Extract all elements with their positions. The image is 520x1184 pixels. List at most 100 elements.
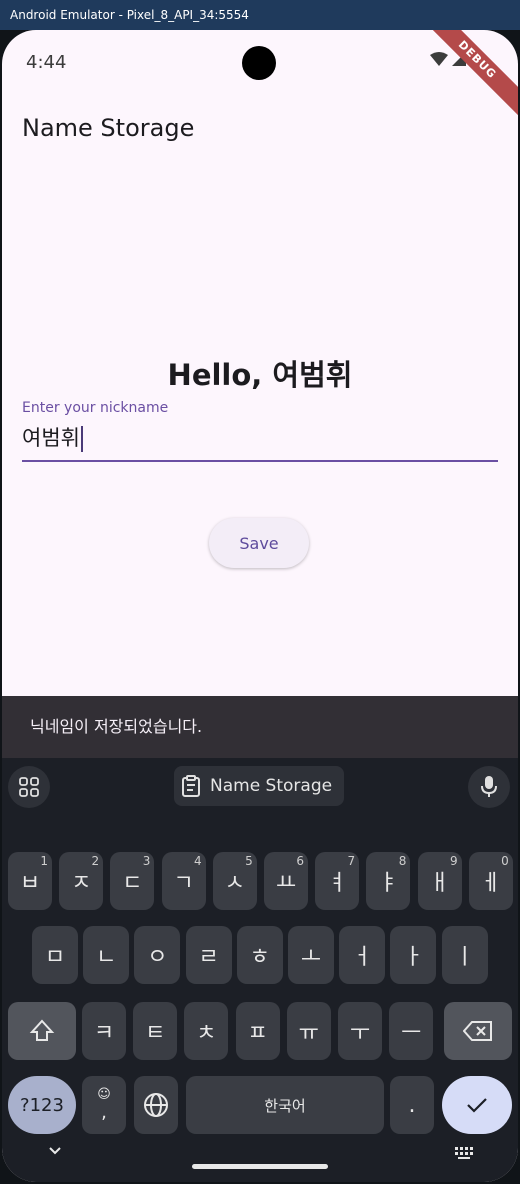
key-number-hint: 1 [40,854,48,868]
key-ㅌ[interactable]: ㅌ [133,1002,178,1060]
emoji-icon: ☺ [97,1087,111,1102]
clipboard-icon [182,775,200,797]
key-label: ㅕ [327,871,348,896]
key-label: ㅜ [349,1021,371,1046]
key-number-hint: 5 [245,854,253,868]
key-label: ㅗ [300,945,322,970]
key-label: ㄹ [198,945,219,970]
key-ㅊ[interactable]: ㅊ [184,1002,229,1060]
key-label: ㄴ [96,945,117,970]
key-ㅍ[interactable]: ㅍ [235,1002,280,1060]
emoji-comma-key[interactable]: ☺ , [82,1076,126,1134]
key-ㅔ[interactable]: ㅔ0 [468,852,513,910]
globe-icon [144,1093,168,1117]
key-label: ㅡ [401,1021,422,1046]
text-cursor [80,426,83,452]
keyboard-menu-button[interactable] [8,766,50,808]
window-title: Android Emulator - Pixel_8_API_34:5554 [0,0,520,30]
period-key[interactable]: . [390,1076,434,1134]
key-ㅏ[interactable]: ㅏ [390,926,437,984]
backspace-key[interactable] [444,1002,512,1060]
key-label: ㅅ [224,871,245,896]
key-label: ㅏ [403,945,424,970]
clipboard-suggestion[interactable]: Name Storage [174,766,344,806]
key-label: ㅂ [19,871,41,896]
key-label: ㅋ [93,1021,115,1046]
grid-icon [19,777,39,797]
backspace-icon [463,1021,492,1041]
key-ㅂ[interactable]: ㅂ1 [8,852,52,910]
key-label: ㅑ [378,871,399,896]
key-ㅁ[interactable]: ㅁ [32,926,78,984]
key-ㅐ[interactable]: ㅐ9 [417,852,462,910]
checkmark-icon [467,1098,487,1113]
debug-banner: DEBUG [416,30,518,121]
key-label: ㄷ [122,871,143,896]
wifi-icon [430,52,448,66]
key-label: ㅎ [249,945,270,970]
key-label: ㅐ [429,871,450,896]
key-ㅓ[interactable]: ㅓ [339,926,386,984]
key-label: ㅣ [454,945,475,970]
key-number-hint: 3 [142,854,151,868]
language-key[interactable] [134,1076,178,1134]
camera-cutout [242,46,276,80]
voice-input-button[interactable] [468,766,510,808]
key-ㅜ[interactable]: ㅜ [338,1002,382,1060]
key-label: ㅍ [247,1021,268,1046]
key-number-hint: 2 [91,854,100,868]
nickname-field-underline [22,460,498,462]
key-label: ㅛ [275,871,297,896]
key-ㅡ[interactable]: ㅡ [389,1002,434,1060]
key-ㅣ[interactable]: ㅣ [441,926,488,984]
hide-keyboard-icon[interactable] [48,1146,62,1156]
key-number-hint: 6 [296,854,304,868]
app-bar-title: Name Storage [22,114,195,142]
key-number-hint: 0 [501,854,509,868]
key-ㅈ[interactable]: ㅈ2 [59,852,104,910]
key-ㅗ[interactable]: ㅗ [288,926,334,984]
shift-key[interactable] [8,1002,76,1060]
keyboard-switcher-icon[interactable] [454,1146,476,1160]
key-number-hint: 9 [449,854,458,868]
key-ㅇ[interactable]: ㅇ [134,926,181,984]
key-number-hint: 4 [193,854,202,868]
status-bar: 4:44 DEBUG [2,30,518,121]
key-ㄹ[interactable]: ㄹ [185,926,232,984]
comma-label: , [101,1102,107,1123]
key-label: ㅔ [480,871,501,896]
key-ㅅ[interactable]: ㅅ5 [212,852,257,910]
key-ㅠ[interactable]: ㅠ [286,1002,331,1060]
key-ㄴ[interactable]: ㄴ [83,926,130,984]
save-button[interactable]: Save [209,518,309,568]
space-bar[interactable]: 한국어 [186,1076,384,1134]
snackbar: 닉네임이 저장되었습니다. [2,696,518,758]
nickname-input-value: 여범휘 [22,426,80,450]
key-label: ㅁ [44,945,66,970]
shift-icon [29,1019,55,1041]
microphone-icon [481,776,497,797]
key-label: ㄱ [173,871,194,896]
nickname-input[interactable]: 여범휘 [22,422,83,452]
key-label: ㅇ [147,945,168,970]
phone-screen: 4:44 DEBUG Name Storage Hello, 여범휘 Enter… [2,30,518,1182]
key-label: ㅊ [196,1021,217,1046]
key-number-hint: 7 [347,854,356,868]
key-ㄷ[interactable]: ㄷ3 [110,852,155,910]
key-ㅋ[interactable]: ㅋ [82,1002,126,1060]
nickname-field-label: Enter your nickname [22,400,169,416]
symbols-key[interactable]: ?123 [8,1076,76,1134]
key-label: ㅠ [298,1021,319,1046]
key-ㅕ[interactable]: ㅕ7 [315,852,360,910]
greeting-text: Hello, 여범휘 [167,358,353,392]
key-ㅑ[interactable]: ㅑ8 [366,852,411,910]
key-ㅛ[interactable]: ㅛ6 [264,852,308,910]
navigation-handle[interactable] [192,1164,328,1169]
key-label: ㅓ [352,945,373,970]
key-ㅎ[interactable]: ㅎ [236,926,283,984]
enter-key[interactable] [442,1076,512,1134]
keyboard: Name Storage ?123 ☺ , 한국어 . ㅂ 1 ㅈ 2 ㄷ 3 … [2,758,518,1182]
status-time: 4:44 [26,52,67,73]
key-label: ㅈ [71,871,92,896]
key-ㄱ[interactable]: ㄱ4 [161,852,206,910]
